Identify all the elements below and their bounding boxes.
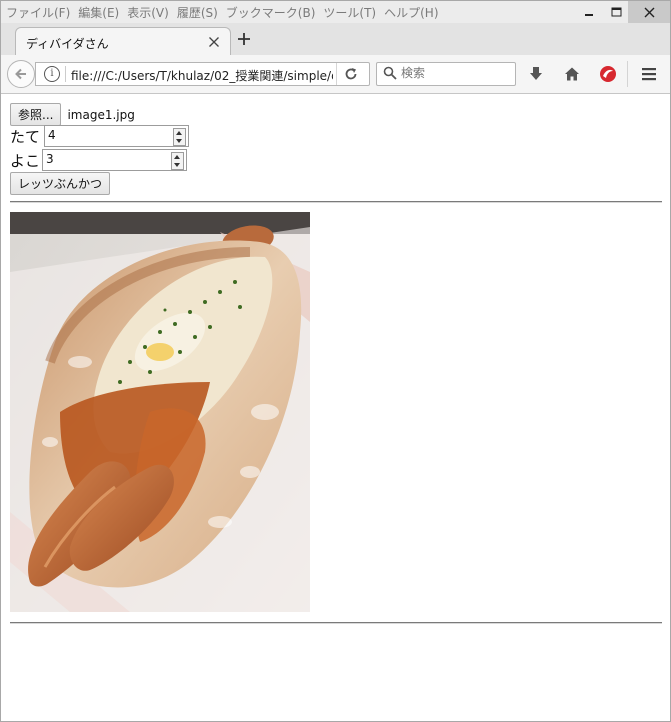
menu-help[interactable]: ヘルプ(H) <box>384 4 438 21</box>
back-button[interactable] <box>7 60 35 88</box>
home-icon <box>565 67 579 81</box>
url-text[interactable]: file:///C:/Users/T/khulaz/02_授業関連/simple… <box>71 67 333 84</box>
menu-edit[interactable]: 編集(E) <box>78 4 119 21</box>
cols-row: よこ 3 <box>10 149 187 171</box>
menu-file[interactable]: ファイル(F) <box>6 4 70 21</box>
back-arrow-icon <box>15 68 26 80</box>
divide-row: レッツぶんかつ <box>10 172 111 195</box>
close-window-button[interactable] <box>628 1 670 23</box>
addon-icon <box>600 66 616 82</box>
minimize-icon <box>585 14 593 16</box>
divider-top <box>10 201 662 203</box>
download-button[interactable] <box>525 63 547 85</box>
maximize-button[interactable] <box>601 1 631 23</box>
search-icon <box>383 66 397 80</box>
plus-icon <box>238 33 250 45</box>
uploaded-image <box>10 212 310 612</box>
url-bar[interactable]: i file:///C:/Users/T/khulaz/02_授業関連/simp… <box>35 62 370 86</box>
cols-label: よこ <box>10 151 41 170</box>
addon-button[interactable] <box>597 63 619 85</box>
stepper-down-icon[interactable] <box>176 139 182 143</box>
minimize-button[interactable] <box>574 1 604 23</box>
tab-strip: ディバイダさん <box>1 23 670 56</box>
menu-view[interactable]: 表示(V) <box>127 4 169 21</box>
file-row: 参照... image1.jpg <box>10 103 135 126</box>
search-input[interactable] <box>401 65 509 81</box>
reload-icon[interactable] <box>344 65 358 81</box>
browse-button[interactable]: 参照... <box>10 103 62 126</box>
toolbar-separator <box>627 61 628 87</box>
browser-window: ファイル(F) 編集(E) 表示(V) 履歴(S) ブックマーク(B) ツール(… <box>0 0 671 722</box>
divider-bottom <box>10 622 662 624</box>
stepper-up-icon[interactable] <box>176 131 182 135</box>
cols-input[interactable]: 3 <box>42 149 187 171</box>
hamburger-menu-icon <box>642 68 656 81</box>
stepper-up-icon[interactable] <box>174 155 180 159</box>
rows-row: たて 4 <box>10 125 189 147</box>
download-icon <box>530 67 542 80</box>
info-icon[interactable]: i <box>44 66 60 82</box>
navigation-bar: i file:///C:/Users/T/khulaz/02_授業関連/simp… <box>1 55 670 94</box>
tab-active[interactable]: ディバイダさん <box>15 27 231 56</box>
hotdog-photo <box>10 212 310 612</box>
divide-button[interactable]: レッツぶんかつ <box>10 172 111 195</box>
maximize-icon <box>611 7 621 17</box>
new-tab-button[interactable] <box>237 28 251 46</box>
tab-close-icon[interactable] <box>208 33 220 48</box>
stepper-down-icon[interactable] <box>174 163 180 167</box>
cols-value: 3 <box>46 152 54 166</box>
rows-value: 4 <box>48 128 56 142</box>
home-button[interactable] <box>561 63 583 85</box>
menu-tools[interactable]: ツール(T) <box>323 4 376 21</box>
menu-history[interactable]: 履歴(S) <box>177 4 218 21</box>
rows-label: たて <box>10 127 41 146</box>
url-separator-right <box>336 63 337 85</box>
rows-input[interactable]: 4 <box>44 125 189 147</box>
selected-filename: image1.jpg <box>67 107 135 122</box>
tab-title: ディバイダさん <box>26 37 109 51</box>
menu-bar: ファイル(F) 編集(E) 表示(V) 履歴(S) ブックマーク(B) ツール(… <box>1 1 670 23</box>
menu-bookmarks[interactable]: ブックマーク(B) <box>226 4 316 21</box>
search-bar[interactable] <box>376 62 516 86</box>
open-menu-button[interactable] <box>638 63 660 85</box>
page-content: 参照... image1.jpg たて 4 よこ 3 レッツぶんかつ <box>1 94 670 721</box>
cols-stepper[interactable] <box>171 152 184 170</box>
rows-stepper[interactable] <box>173 128 186 146</box>
close-icon <box>644 7 654 17</box>
url-separator <box>65 66 66 82</box>
